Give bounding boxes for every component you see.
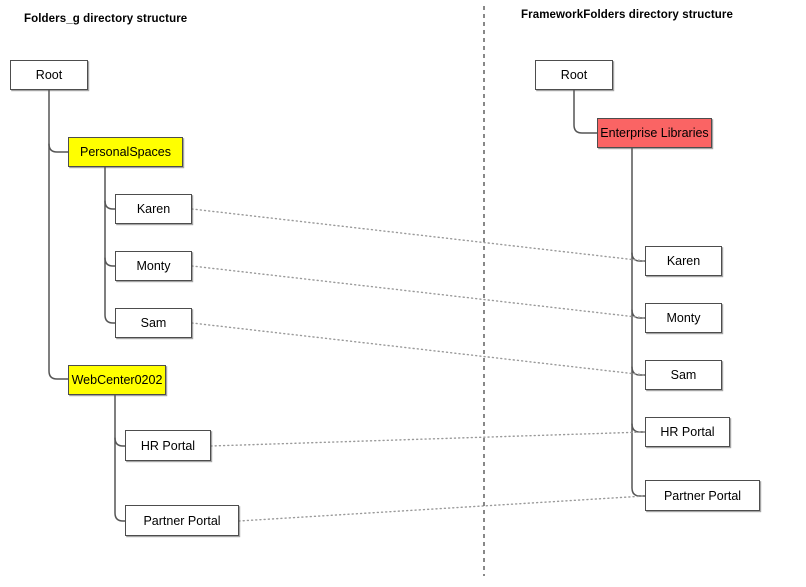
right-node-hr-portal[interactable]: HR Portal bbox=[645, 417, 730, 447]
right-node-monty[interactable]: Monty bbox=[645, 303, 722, 333]
left-link-ps-monty bbox=[104, 257, 116, 267]
left-node-webcenter0202[interactable]: WebCenter0202 bbox=[68, 365, 166, 395]
right-node-enterprise-libraries[interactable]: Enterprise Libraries bbox=[597, 118, 712, 148]
left-link-root-personalspaces bbox=[48, 143, 69, 153]
diagram-canvas: Folders_g directory structure FrameworkF… bbox=[0, 0, 806, 587]
left-node-monty[interactable]: Monty bbox=[115, 251, 192, 281]
mapping-line-monty bbox=[191, 265, 646, 319]
right-diagram-title: FrameworkFolders directory structure bbox=[521, 9, 733, 21]
left-node-karen[interactable]: Karen bbox=[115, 194, 192, 224]
mapping-line-sam bbox=[191, 322, 646, 376]
left-node-root[interactable]: Root bbox=[10, 60, 88, 90]
left-node-partner-portal[interactable]: Partner Portal bbox=[125, 505, 239, 536]
left-node-personalspaces[interactable]: PersonalSpaces bbox=[68, 137, 183, 167]
left-node-hr-portal[interactable]: HR Portal bbox=[125, 430, 211, 461]
right-link-root-enterprise bbox=[573, 89, 598, 134]
right-link-el-monty bbox=[631, 309, 646, 319]
mapping-line-karen bbox=[191, 208, 646, 262]
mapping-line-partnerportal bbox=[238, 495, 646, 522]
left-node-sam[interactable]: Sam bbox=[115, 308, 192, 338]
right-link-el-sam bbox=[631, 366, 646, 376]
right-enterprise-trunk bbox=[631, 147, 646, 497]
right-node-root[interactable]: Root bbox=[535, 60, 613, 90]
left-diagram-title: Folders_g directory structure bbox=[24, 13, 188, 25]
left-root-trunk bbox=[48, 89, 69, 380]
left-link-ps-karen bbox=[104, 200, 116, 210]
right-link-el-karen bbox=[631, 252, 646, 262]
left-webcenter-trunk bbox=[114, 394, 126, 522]
right-node-sam[interactable]: Sam bbox=[645, 360, 722, 390]
right-node-partner-portal[interactable]: Partner Portal bbox=[645, 480, 760, 511]
right-node-karen[interactable]: Karen bbox=[645, 246, 722, 276]
left-personalspaces-trunk bbox=[104, 166, 116, 324]
mapping-line-hrportal bbox=[210, 431, 646, 447]
left-link-wc-hrportal bbox=[114, 437, 126, 447]
right-link-el-hrportal bbox=[631, 423, 646, 433]
